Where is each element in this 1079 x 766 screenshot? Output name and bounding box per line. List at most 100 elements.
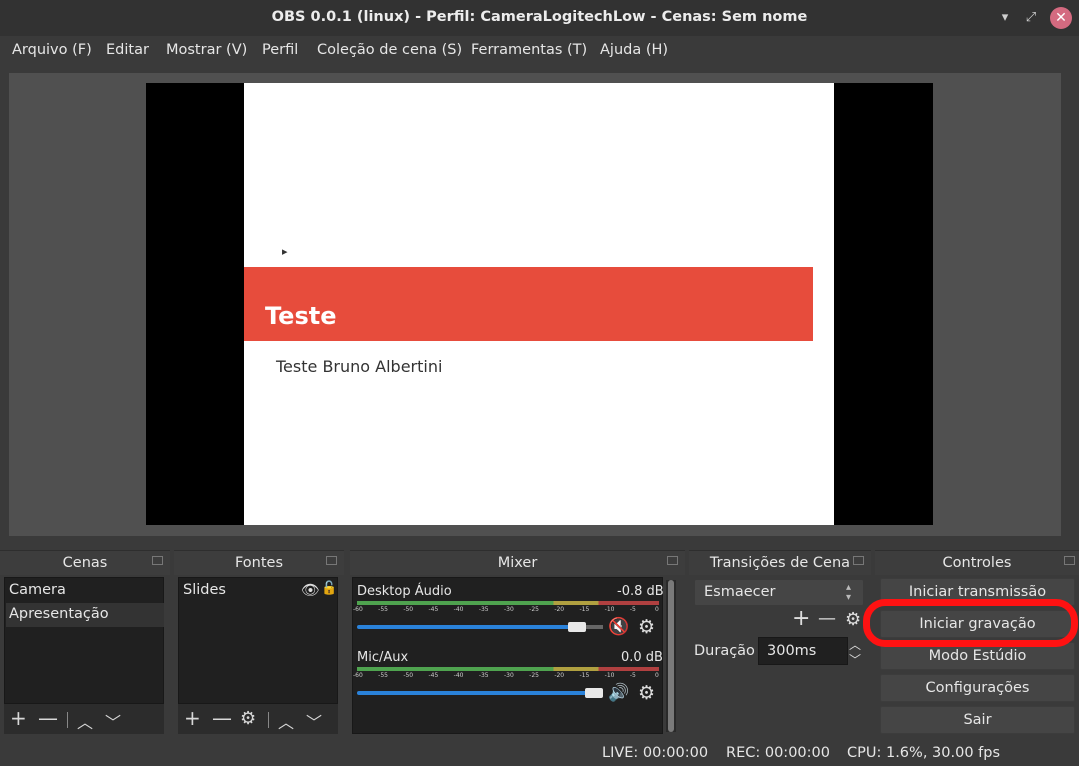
meter-tick-label: -5	[629, 672, 636, 679]
meter-tick-label: -30	[504, 606, 514, 613]
move-source-down-icon[interactable]: ﹀	[306, 709, 322, 733]
meter-tick-label: 0	[655, 672, 659, 679]
audio-settings-gear-icon[interactable]: ⚙	[638, 616, 655, 638]
volume-slider-knob[interactable]	[585, 688, 603, 698]
meter-tick-label: -35	[478, 606, 489, 613]
sources-title: Fontes	[234, 555, 284, 571]
meter-tick-label: -40	[453, 606, 464, 613]
meter-tick-label: -5	[629, 606, 636, 613]
controls-dock-header: Controles	[875, 550, 1079, 575]
highlight-annotation-ring	[863, 599, 1078, 647]
transition-properties-gear-icon[interactable]: ⚙	[845, 609, 861, 630]
sources-float-icon[interactable]	[326, 556, 337, 565]
controls-title: Controles	[942, 555, 1012, 571]
sources-list[interactable]: Slides 👁 🔓	[178, 577, 338, 704]
meter-tick-label: -60	[353, 606, 363, 613]
scenes-title: Cenas	[62, 555, 108, 571]
channel-level-mic-aux: 0.0 dB	[621, 650, 663, 665]
meter-tick-label: -60	[353, 672, 363, 679]
meter-tick-label: -50	[403, 672, 414, 679]
transitions-title: Transições de Cena	[709, 555, 851, 571]
menu-editar[interactable]: Editar	[106, 42, 149, 58]
transitions-float-icon[interactable]	[853, 556, 864, 565]
mixer-title: Mixer	[497, 555, 538, 571]
mouse-cursor-icon: ▸	[282, 245, 288, 258]
meter-tick-label: -45	[428, 672, 439, 679]
sources-toolbar: + — ⚙ ︿ ﹀	[178, 704, 338, 734]
visibility-eye-icon[interactable]: 👁	[301, 581, 320, 599]
menu-perfil[interactable]: Perfil	[262, 42, 298, 58]
meter-tick-label: -45	[428, 606, 439, 613]
scenes-list[interactable]: Camera Apresentação	[4, 577, 164, 704]
remove-scene-icon[interactable]: —	[38, 706, 58, 730]
scene-item-apresentacao[interactable]: Apresentação	[9, 606, 109, 622]
menu-mostrar[interactable]: Mostrar (V)	[166, 42, 247, 58]
exit-button[interactable]: Sair	[880, 706, 1075, 734]
meter-tick-label: 0	[655, 606, 659, 613]
transition-select[interactable]: Esmaecer ▴ ▾	[694, 579, 864, 606]
volume-meter-mic-aux	[357, 667, 659, 671]
slide-subtitle: Teste Bruno Albertini	[276, 357, 443, 376]
channel-level-desktop-audio: -0.8 dB	[617, 584, 664, 599]
meter-tick-label: -25	[529, 672, 539, 679]
source-item-slides[interactable]: Slides	[183, 582, 226, 598]
mixer-float-icon[interactable]	[667, 556, 678, 565]
move-scene-up-icon[interactable]: ︿	[77, 709, 93, 733]
audio-settings-gear-icon[interactable]: ⚙	[638, 682, 655, 704]
speaker-icon[interactable]: 🔊	[608, 683, 629, 703]
menu-ferramentas[interactable]: Ferramentas (T)	[471, 42, 587, 58]
duration-value: 300ms	[767, 643, 817, 659]
add-transition-icon[interactable]: +	[792, 606, 810, 631]
scenes-float-icon[interactable]	[152, 556, 163, 565]
remove-source-icon[interactable]: —	[212, 706, 232, 730]
menu-bar: Arquivo (F) Editar Mostrar (V) Perfil Co…	[0, 36, 1079, 66]
rec-status: REC: 00:00:00	[726, 745, 830, 761]
volume-slider-rest	[586, 625, 603, 629]
scenes-toolbar: + — ︿ ﹀	[4, 704, 164, 734]
volume-meter-desktop-audio	[357, 601, 659, 605]
toolbar-separator	[268, 712, 269, 728]
channel-name-mic-aux: Mic/Aux	[357, 650, 409, 665]
scene-item-camera[interactable]: Camera	[9, 582, 66, 598]
mixer-scrollbar[interactable]	[666, 580, 676, 732]
add-scene-icon[interactable]: +	[10, 706, 27, 730]
menu-ajuda[interactable]: Ajuda (H)	[600, 42, 668, 58]
volume-slider-knob[interactable]	[568, 622, 586, 632]
maximize-icon[interactable]: ⤢	[1021, 8, 1041, 28]
transitions-dock-header: Transições de Cena	[689, 550, 871, 575]
meter-tick-label: -10	[604, 672, 615, 679]
meter-tick-label: -30	[504, 672, 514, 679]
lock-icon[interactable]: 🔓	[321, 581, 337, 596]
duration-input[interactable]: 300ms	[758, 637, 848, 665]
live-status: LIVE: 00:00:00	[602, 745, 709, 761]
move-source-up-icon[interactable]: ︿	[278, 709, 294, 733]
duration-decrement-icon[interactable]: ﹀	[849, 651, 861, 668]
menu-colecao-cena[interactable]: Coleção de cena (S)	[317, 42, 462, 58]
remove-transition-icon[interactable]: —	[818, 608, 836, 629]
slide-title: Teste	[265, 302, 337, 330]
minimize-icon[interactable]: ▾	[995, 8, 1015, 28]
toolbar-separator	[67, 712, 68, 728]
settings-button[interactable]: Configurações	[880, 674, 1075, 702]
close-icon[interactable]: ✕	[1050, 7, 1072, 29]
meter-tick-label: -25	[529, 606, 539, 613]
meter-tick-label: -40	[453, 672, 464, 679]
menu-arquivo[interactable]: Arquivo (F)	[12, 42, 92, 58]
muted-speaker-icon[interactable]: 🔇	[608, 617, 629, 637]
source-properties-gear-icon[interactable]: ⚙	[240, 708, 256, 729]
volume-slider-mic-aux[interactable]	[357, 691, 603, 695]
channel-name-desktop-audio: Desktop Áudio	[357, 584, 452, 599]
chevron-updown-icon: ▴ ▾	[846, 582, 852, 603]
duration-label: Duração	[694, 643, 755, 659]
add-source-icon[interactable]: +	[184, 706, 201, 730]
mixer-scrollbar-thumb[interactable]	[668, 580, 674, 732]
volume-slider-desktop-audio[interactable]	[357, 625, 586, 629]
meter-tick-label: -55	[378, 672, 388, 679]
scenes-dock-header: Cenas	[0, 550, 170, 575]
transition-selected-value: Esmaecer	[704, 584, 776, 600]
meter-tick-label: -15	[579, 606, 590, 613]
move-scene-down-icon[interactable]: ﹀	[105, 709, 121, 733]
meter-tick-label: -10	[604, 606, 615, 613]
meter-tick-label: -20	[554, 606, 565, 613]
controls-float-icon[interactable]	[1064, 556, 1075, 565]
